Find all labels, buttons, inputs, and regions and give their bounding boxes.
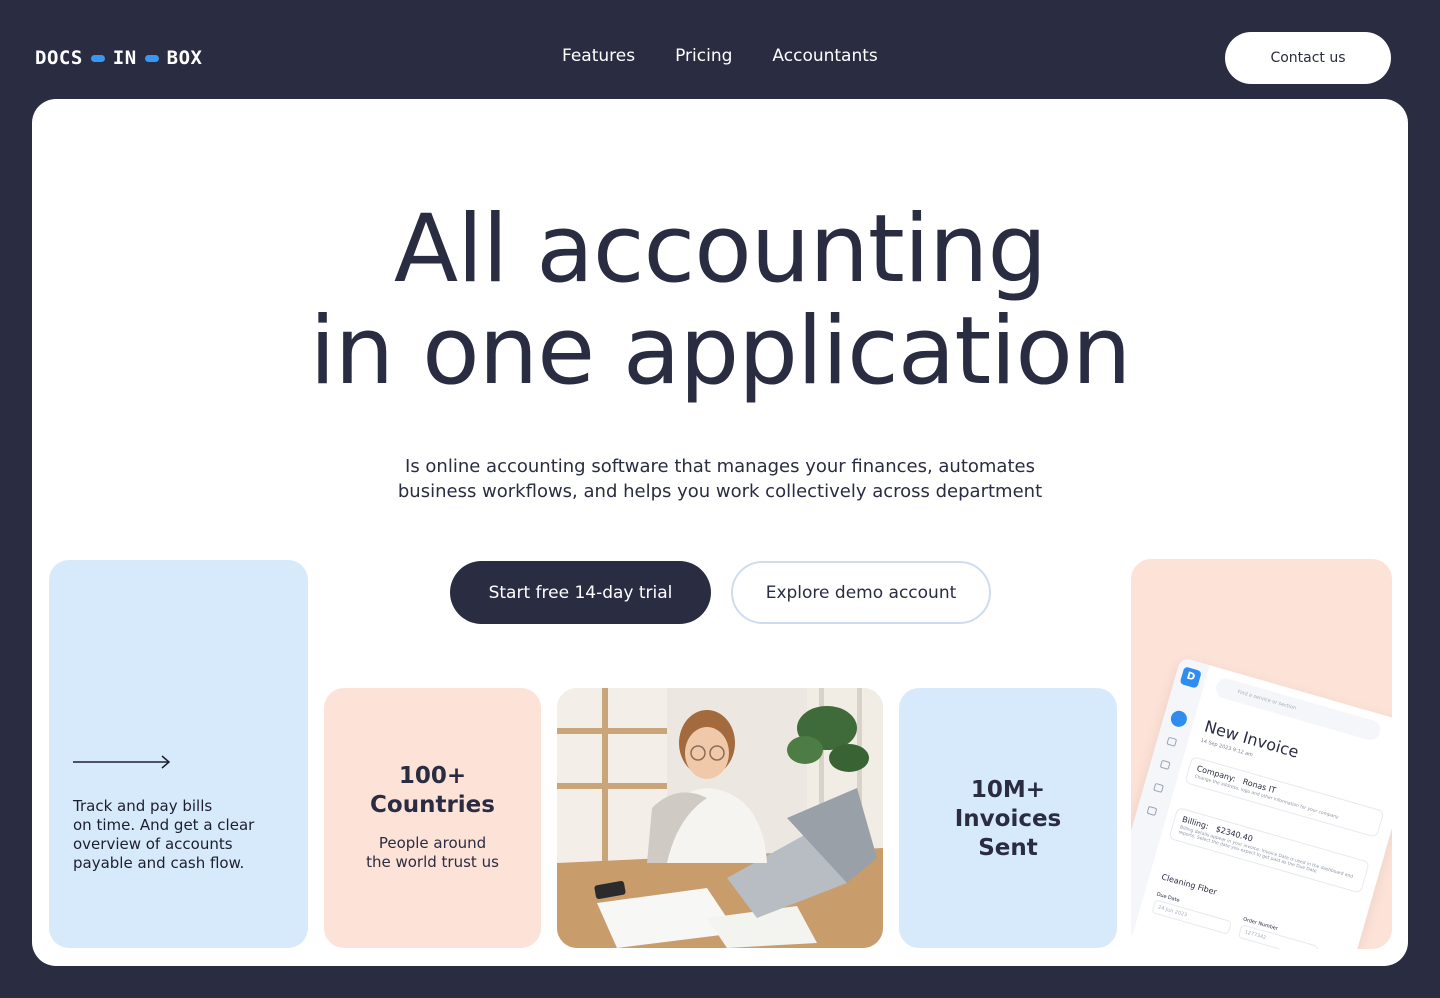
- explore-demo-button[interactable]: Explore demo account: [731, 561, 991, 624]
- invoices-stat: 10M+ Invoices Sent: [899, 776, 1117, 863]
- logo[interactable]: DOCS IN BOX: [35, 47, 202, 69]
- mail-icon: [1159, 759, 1171, 770]
- order-number-input: 1277342: [1237, 924, 1319, 949]
- photo-illustration: [557, 688, 883, 948]
- invoices-tile: 10M+ Invoices Sent: [899, 688, 1117, 948]
- bills-line: payable and cash flow.: [73, 854, 245, 872]
- countries-stat: 100+ Countries: [324, 762, 541, 820]
- hero-subtitle-line: business workflows, and helps you work c…: [397, 481, 1043, 502]
- countries-sub-line: People around: [378, 834, 487, 852]
- company-row: Company: Ronas IT: [1196, 764, 1375, 823]
- nav-pricing[interactable]: Pricing: [675, 46, 732, 66]
- logo-dot: [90, 54, 105, 62]
- bills-line: overview of accounts: [73, 835, 233, 853]
- hero-subtitle: Is online accounting software that manag…: [370, 454, 1070, 504]
- users-icon: [1166, 736, 1178, 747]
- woman-working-photo: [557, 688, 883, 948]
- logo-word-docs: DOCS: [35, 47, 83, 69]
- countries-subtext: People around the world trust us: [324, 834, 541, 872]
- billing-hint: Billing details appear in your invoice. …: [1177, 825, 1354, 880]
- invoices-number: 10M+: [970, 777, 1046, 803]
- home-icon: [1168, 708, 1189, 729]
- header: DOCS IN BOX Features Pricing Accountants…: [0, 0, 1440, 100]
- bills-line: Track and pay bills: [73, 797, 213, 815]
- due-date-input: 24 Jun 2023: [1151, 899, 1233, 935]
- hero-title-line: in one application: [309, 297, 1132, 406]
- bills-line: on time. And get a clear: [73, 816, 255, 834]
- hero-title: All accounting in one application: [32, 199, 1408, 403]
- countries-label: Countries: [370, 792, 495, 818]
- mockup-logo: D: [1179, 666, 1202, 689]
- bills-tile: Track and pay bills on time. And get a c…: [49, 560, 308, 948]
- hero-subtitle-line: Is online accounting software that manag…: [405, 456, 1035, 477]
- hero-card: All accounting in one application Is onl…: [32, 99, 1408, 966]
- start-trial-button[interactable]: Start free 14-day trial: [450, 561, 711, 624]
- main-nav: Features Pricing Accountants: [562, 46, 878, 66]
- contact-us-button[interactable]: Contact us: [1225, 32, 1391, 84]
- arrow-right-icon[interactable]: [73, 755, 171, 769]
- countries-number: 100+: [398, 763, 467, 789]
- database-icon: [1146, 805, 1158, 817]
- logo-word-box: BOX: [166, 47, 203, 69]
- invoices-label: Sent: [978, 835, 1038, 861]
- bills-description: Track and pay bills on time. And get a c…: [73, 797, 273, 873]
- mockup-item: Cleaning Fiber: [1160, 872, 1218, 897]
- nav-features[interactable]: Features: [562, 46, 635, 66]
- countries-tile: 100+ Countries People around the world t…: [324, 688, 541, 948]
- document-icon: [1153, 782, 1164, 793]
- logo-word-in: IN: [112, 47, 137, 69]
- invoices-label: Invoices: [954, 806, 1062, 832]
- nav-accountants[interactable]: Accountants: [772, 46, 877, 66]
- hero-title-line: All accounting: [393, 195, 1047, 304]
- invoice-app-mockup: D Find a service or section New Invoice …: [1131, 657, 1392, 949]
- countries-sub-line: the world trust us: [366, 853, 499, 871]
- logo-dot: [144, 54, 159, 62]
- app-mockup-tile: D Find a service or section New Invoice …: [1131, 559, 1392, 949]
